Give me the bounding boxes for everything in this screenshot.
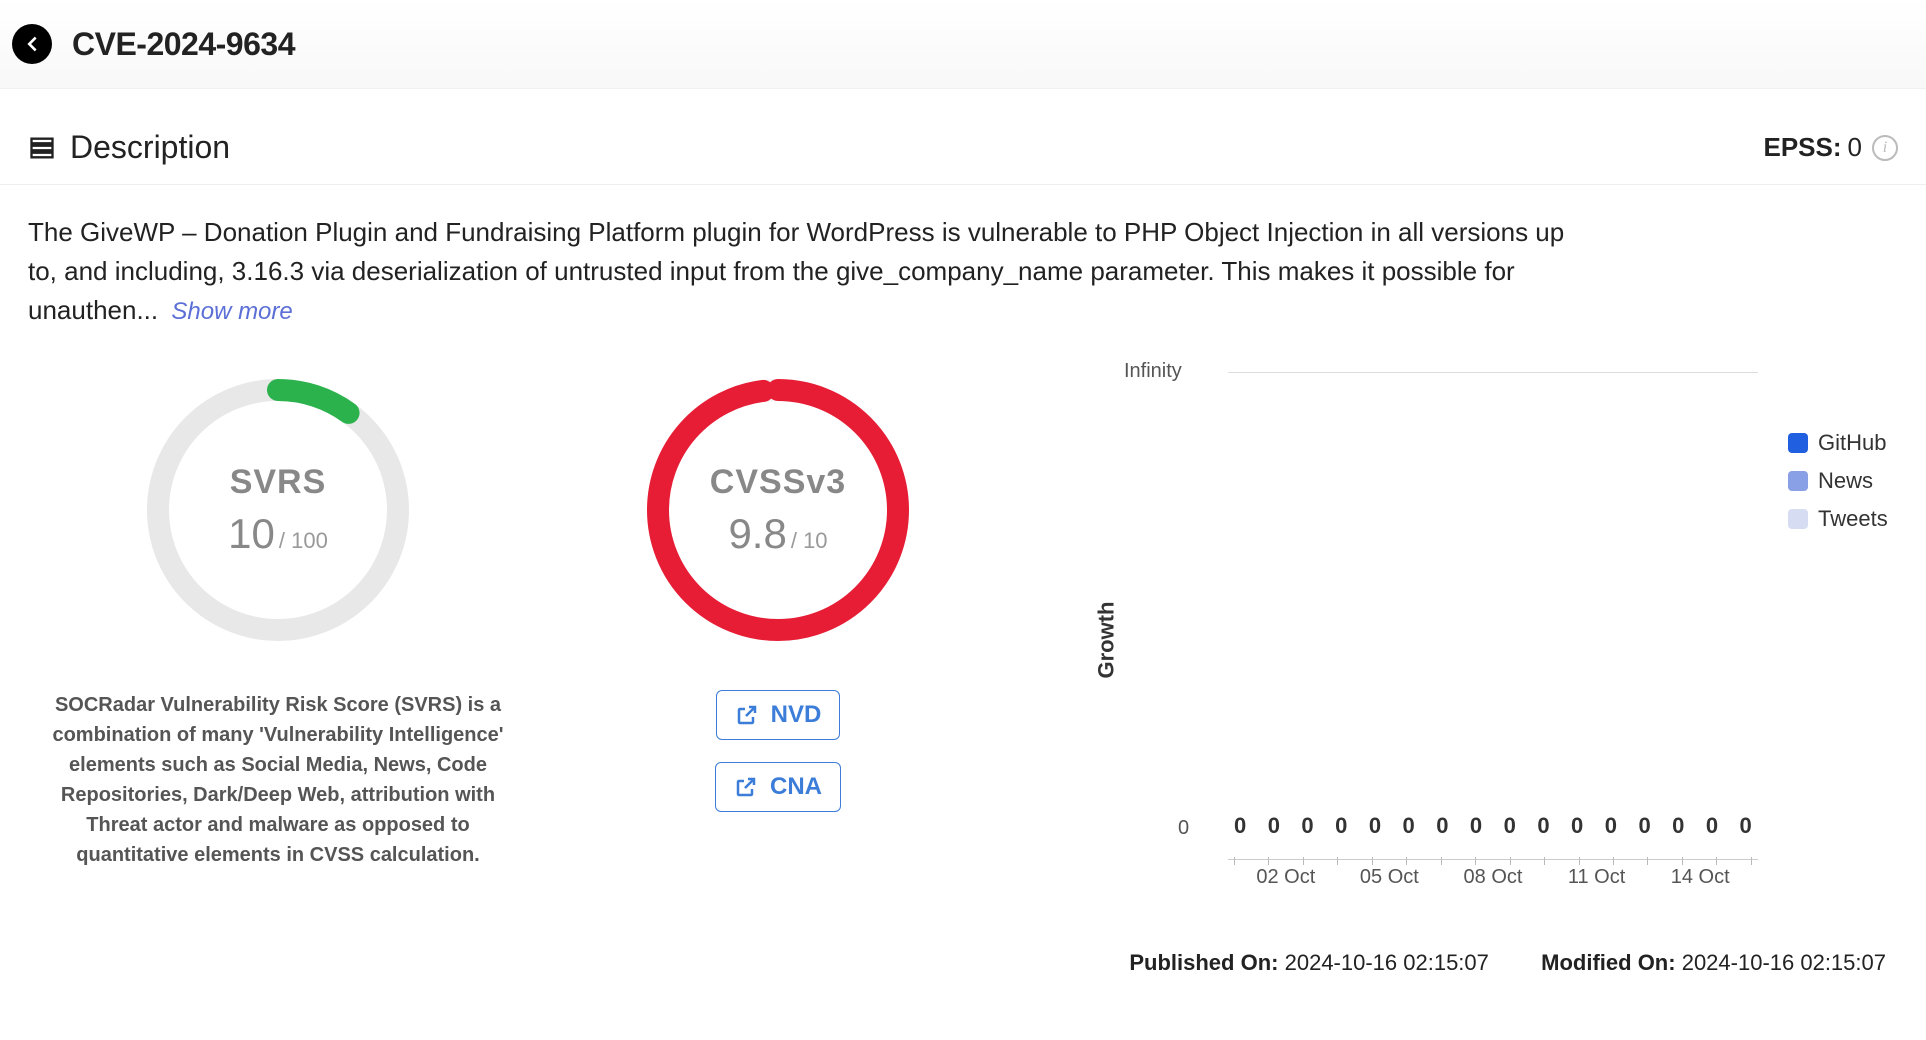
bar-label: 0 [1369,813,1381,839]
x-tick-labels: 02 Oct05 Oct08 Oct11 Oct14 Oct [1228,866,1758,889]
y-bottom-label: 0 [1178,817,1189,840]
y-top-label: Infinity [1124,360,1182,383]
x-tick: 08 Oct [1441,866,1545,889]
bar-label: 0 [1706,813,1718,839]
svrs-note: SOCRadar Vulnerability Risk Score (SVRS)… [43,690,513,870]
published-label: Published On: [1129,950,1278,975]
legend-swatch [1788,471,1808,491]
show-more-link[interactable]: Show more [171,298,292,325]
published-value: 2024-10-16 02:15:07 [1285,950,1489,975]
bar-label: 0 [1605,813,1617,839]
arrow-left-icon [21,33,43,55]
svrs-column: SVRS 10 / 100 SOCRadar Vulnerability Ris… [28,360,528,870]
external-link-icon [735,703,759,727]
legend-item[interactable]: GitHub [1788,430,1898,456]
back-button[interactable] [12,24,52,64]
legend-swatch [1788,433,1808,453]
nvd-link[interactable]: NVD [716,690,841,740]
cvss-label: CVSSv3 [710,463,846,502]
info-icon[interactable]: i [1872,135,1898,161]
bar-label: 0 [1436,813,1448,839]
cna-link[interactable]: CNA [715,762,841,812]
y-axis-title: Growth [1094,602,1120,679]
x-tick: 11 Oct [1545,866,1649,889]
legend-label: GitHub [1818,430,1886,456]
cvss-value: 9.8 [728,510,786,558]
bar-label: 0 [1268,813,1280,839]
legend-item[interactable]: Tweets [1788,506,1898,532]
bar-label: 0 [1638,813,1650,839]
description-header: Description EPSS: 0 i [0,89,1926,185]
description-body: The GiveWP – Donation Plugin and Fundrai… [0,185,1600,340]
svrs-value: 10 [228,510,275,558]
bar-value-labels: 0000000000000000 [1228,813,1758,839]
list-icon [28,134,56,162]
modified-label: Modified On: [1541,950,1675,975]
external-link-icon [734,775,758,799]
bar-label: 0 [1301,813,1313,839]
metrics-row: SVRS 10 / 100 SOCRadar Vulnerability Ris… [0,340,1926,930]
epss-score: EPSS: 0 i [1764,132,1899,163]
svrs-label: SVRS [230,463,327,502]
cve-title: CVE-2024-9634 [72,26,295,63]
modified-value: 2024-10-16 02:15:07 [1682,950,1886,975]
description-label: Description [70,129,230,166]
bar-label: 0 [1571,813,1583,839]
cvss-column: CVSSv3 9.8 / 10 NVD CNA [528,360,1028,812]
epss-value: 0 [1848,132,1862,163]
cvss-gauge: CVSSv3 9.8 / 10 [628,360,928,660]
cna-link-label: CNA [770,773,822,801]
epss-label: EPSS: [1764,132,1842,163]
legend-label: Tweets [1818,506,1888,532]
dates-row: Published On: 2024-10-16 02:15:07 Modifi… [0,930,1926,1006]
nvd-link-label: NVD [771,701,822,729]
bar-label: 0 [1672,813,1684,839]
legend-item[interactable]: News [1788,468,1898,494]
svrs-max: / 100 [279,528,328,554]
x-tick-marks [1228,857,1758,865]
bar-label: 0 [1504,813,1516,839]
x-tick: 05 Oct [1338,866,1442,889]
page-header: CVE-2024-9634 [0,0,1926,89]
bar-label: 0 [1335,813,1347,839]
bar-label: 0 [1537,813,1549,839]
cvss-max: / 10 [791,528,828,554]
chart-legend: GitHub News Tweets [1758,360,1898,920]
bar-label: 0 [1403,813,1415,839]
bar-label: 0 [1740,813,1752,839]
svrs-gauge: SVRS 10 / 100 [128,360,428,660]
bar-label: 0 [1234,813,1246,839]
plot-area: 0000000000000000 02 Oct05 Oct08 Oct11 Oc… [1228,372,1758,860]
legend-label: News [1818,468,1873,494]
legend-swatch [1788,509,1808,529]
x-tick: 02 Oct [1234,866,1338,889]
bar-label: 0 [1470,813,1482,839]
x-tick: 14 Oct [1648,866,1752,889]
growth-chart: Infinity Growth 0 0000000000000000 02 Oc… [1028,360,1898,920]
